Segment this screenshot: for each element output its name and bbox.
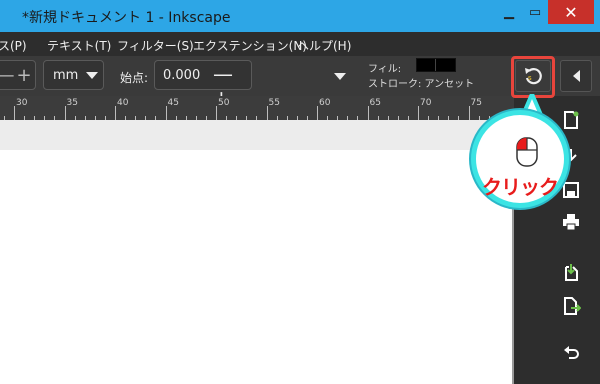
ruler-tick <box>14 106 15 120</box>
ruler-label: 30 <box>16 98 28 108</box>
tool-controls-bar: —+ mm 始点: 0.000 —+ <box>0 56 600 110</box>
collapse-button[interactable] <box>560 60 592 92</box>
ruler-tick <box>418 106 419 120</box>
ruler-label: 50 <box>218 98 230 108</box>
chevron-down-icon <box>86 71 99 79</box>
click-callout: クリック <box>471 110 569 208</box>
close-button[interactable]: ✕ <box>548 0 594 24</box>
menu-bar: パス(P) テキスト(T) フィルター(S) エクステンション(N) ヘルプ(H… <box>0 32 600 56</box>
start-label: 始点: <box>120 71 149 85</box>
save-icon[interactable] <box>561 180 581 200</box>
new-document-icon[interactable] <box>561 110 581 130</box>
undo-icon[interactable] <box>561 344 581 364</box>
ruler-tick <box>317 106 318 120</box>
dropdown-arrow-icon[interactable] <box>334 73 346 80</box>
minimize-button[interactable]: ▁ <box>496 0 522 24</box>
import-icon[interactable] <box>561 262 581 282</box>
horizontal-ruler[interactable]: 30 35 40 45 50 55 60 65 70 75 <box>0 96 514 120</box>
ruler-label: 65 <box>369 98 381 108</box>
ruler-label: 55 <box>268 98 280 108</box>
ruler-label: 60 <box>319 98 331 108</box>
fill-swatch[interactable] <box>416 58 456 72</box>
ruler-tick <box>64 106 66 120</box>
ruler-label: 40 <box>117 98 129 108</box>
document-page[interactable] <box>0 150 512 384</box>
highlight-frame <box>511 56 555 98</box>
ruler-label: 45 <box>167 98 179 108</box>
ruler-tick <box>367 106 369 120</box>
menu-item-path[interactable]: パス(P) <box>0 37 27 54</box>
fill-label: フィル: <box>368 64 402 75</box>
unit-select[interactable]: mm <box>43 60 104 90</box>
start-field[interactable]: 0.000 —+ <box>154 60 252 110</box>
menu-item-text[interactable]: テキスト(T) <box>47 37 111 54</box>
ruler-label: 75 <box>470 98 482 108</box>
title-bar: *新規ドキュメント 1 - Inkscape ▁ ▭ ✕ <box>0 0 600 32</box>
export-icon[interactable] <box>561 296 581 316</box>
menu-item-extensions[interactable]: エクステンション(N) <box>193 37 307 54</box>
start-value[interactable]: 0.000 <box>163 68 200 83</box>
ruler-tick <box>165 106 167 120</box>
menu-item-filters[interactable]: フィルター(S) <box>117 37 194 54</box>
ruler-tick <box>266 106 268 120</box>
window-title: *新規ドキュメント 1 - Inkscape <box>22 10 231 26</box>
ruler-tick <box>216 106 217 120</box>
mouse-left-click-icon <box>516 137 538 167</box>
ruler-label: 70 <box>420 98 432 108</box>
maximize-button[interactable]: ▭ <box>522 0 548 24</box>
size-stepper[interactable]: —+ <box>0 60 36 90</box>
ruler-label: 35 <box>66 98 78 108</box>
click-label: クリック <box>482 175 559 199</box>
triangle-left-icon <box>572 70 580 82</box>
stroke-label: ストローク: アンセット <box>368 79 475 90</box>
ruler-tick <box>115 106 116 120</box>
ruler-tick <box>468 106 470 120</box>
print-icon[interactable] <box>561 212 581 232</box>
unit-value: mm <box>53 67 79 83</box>
menu-item-help[interactable]: ヘルプ(H) <box>297 37 351 54</box>
